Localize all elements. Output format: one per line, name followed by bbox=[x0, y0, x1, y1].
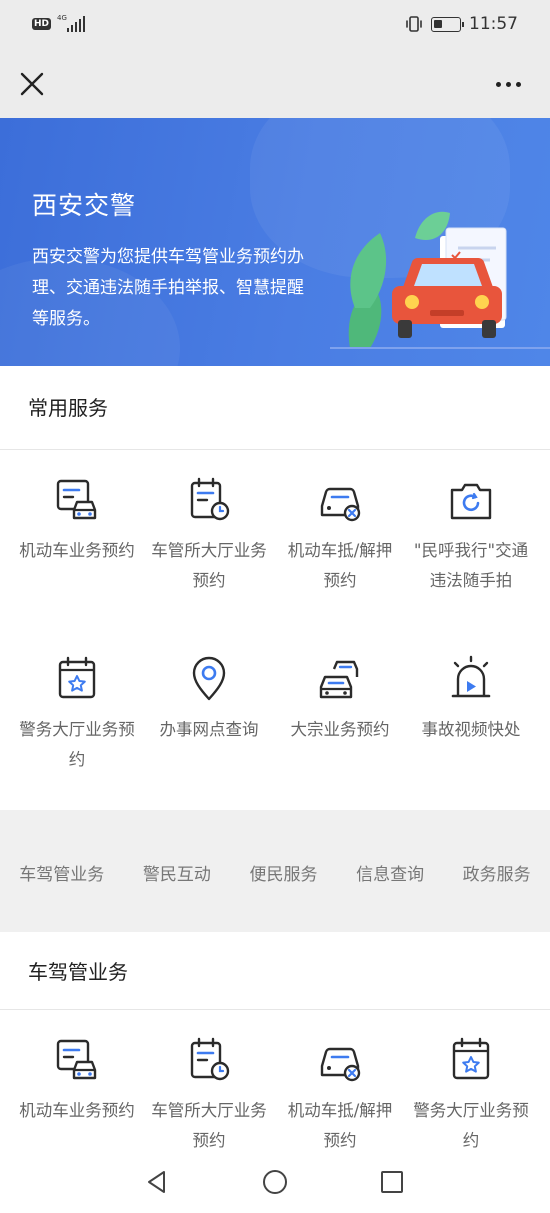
signal-icon: 4G bbox=[57, 14, 87, 32]
service-label: 办事网点查询 bbox=[159, 720, 259, 739]
siren-video-icon bbox=[447, 655, 495, 703]
service-label: 机动车抵/解押预约 bbox=[287, 541, 393, 590]
service-vehicle-appointment[interactable]: 机动车业务预约 bbox=[12, 476, 142, 566]
recents-icon[interactable] bbox=[378, 1168, 406, 1196]
police-badge-calendar-icon bbox=[447, 1036, 495, 1084]
service-dmv-hall-appointment-2[interactable]: 车管所大厅业务预约 bbox=[144, 1036, 274, 1156]
service-label: 车管所大厅业务预约 bbox=[151, 1101, 267, 1150]
car-cancel-icon bbox=[316, 476, 364, 524]
system-nav-bar bbox=[0, 1150, 550, 1213]
service-label: 警务大厅业务预约 bbox=[19, 720, 135, 769]
service-violation-report[interactable]: "民呼我行"交通违法随手拍 bbox=[406, 476, 536, 596]
clock: 11:57 bbox=[469, 14, 518, 34]
service-label: 机动车抵/解押预约 bbox=[287, 1101, 393, 1150]
service-police-hall-appointment[interactable]: 警务大厅业务预约 bbox=[12, 655, 142, 775]
tab-convenience[interactable]: 便民服务 bbox=[249, 860, 317, 885]
service-vehicle-appointment-2[interactable]: 机动车业务预约 bbox=[12, 1036, 142, 1126]
tab-info-query[interactable]: 信息查询 bbox=[356, 860, 424, 885]
battery-icon bbox=[431, 16, 464, 32]
signal-label: 4G bbox=[57, 14, 67, 22]
vehicle-services-grid: 机动车业务预约 车管所大厅业务预约 机动车抵/解押预约 警务大厅业务预约 bbox=[0, 1010, 550, 1150]
calendar-clock-icon bbox=[185, 1036, 233, 1084]
banner-description: 西安交警为您提供车驾管业务预约办理、交通违法随手拍举报、智慧提醒等服务。 bbox=[32, 247, 304, 329]
service-label: 机动车业务预约 bbox=[19, 541, 135, 560]
service-mortgage-appointment[interactable]: 机动车抵/解押预约 bbox=[275, 476, 405, 596]
service-label: 大宗业务预约 bbox=[290, 720, 390, 739]
service-label: 事故视频快处 bbox=[421, 720, 521, 739]
service-police-hall-appointment-2[interactable]: 警务大厅业务预约 bbox=[406, 1036, 536, 1156]
vehicle-document-icon bbox=[53, 476, 101, 524]
camera-icon bbox=[447, 476, 495, 524]
category-tabs-area: 车驾管业务 警民互动 便民服务 信息查询 政务服务 bbox=[0, 810, 550, 932]
common-services-grid: 机动车业务预约 车管所大厅业务预约 机动车抵/解押预约 "民呼我行"交通违法随手… bbox=[0, 450, 550, 810]
vehicle-document-icon bbox=[53, 1036, 101, 1084]
vehicle-services-header: 车驾管业务 bbox=[0, 932, 550, 1010]
home-icon[interactable] bbox=[261, 1168, 289, 1196]
tab-government[interactable]: 政务服务 bbox=[463, 860, 531, 885]
system-indicators: 11:57 bbox=[405, 14, 518, 34]
close-button[interactable] bbox=[14, 66, 50, 102]
close-icon bbox=[20, 72, 44, 96]
hero-banner: 西安交警 西安交警为您提供车驾管业务预约办理、交通违法随手拍举报、智慧提醒等服务… bbox=[0, 118, 550, 366]
tab-vehicle-driver[interactable]: 车驾管业务 bbox=[19, 860, 104, 885]
hd-badge: HD bbox=[32, 18, 52, 30]
top-nav-bar bbox=[0, 54, 550, 118]
service-mortgage-appointment-2[interactable]: 机动车抵/解押预约 bbox=[275, 1036, 405, 1156]
more-dots-icon bbox=[495, 81, 501, 87]
banner-title: 西安交警 bbox=[32, 191, 137, 220]
service-label: 警务大厅业务预约 bbox=[413, 1101, 529, 1150]
vibrate-icon bbox=[406, 16, 422, 32]
status-bar: HD 4G 11:57 bbox=[0, 0, 550, 54]
calendar-clock-icon bbox=[185, 476, 233, 524]
service-label: "民呼我行"交通违法随手拍 bbox=[413, 541, 529, 590]
vehicle-services-title: 车驾管业务 bbox=[28, 960, 128, 984]
service-label: 机动车业务预约 bbox=[19, 1101, 135, 1120]
location-pin-icon bbox=[185, 655, 233, 703]
multiple-cars-icon bbox=[316, 655, 364, 703]
service-accident-video[interactable]: 事故视频快处 bbox=[406, 655, 536, 745]
category-tabs: 车驾管业务 警民互动 便民服务 信息查询 政务服务 bbox=[0, 852, 550, 892]
service-office-locator[interactable]: 办事网点查询 bbox=[144, 655, 274, 745]
common-services-header: 常用服务 bbox=[0, 366, 550, 450]
network-indicators: HD 4G bbox=[32, 14, 87, 32]
back-icon[interactable] bbox=[143, 1168, 171, 1196]
tab-police-interaction[interactable]: 警民互动 bbox=[143, 860, 211, 885]
car-illustration bbox=[330, 211, 550, 349]
common-services-title: 常用服务 bbox=[28, 396, 108, 420]
service-bulk-appointment[interactable]: 大宗业务预约 bbox=[275, 655, 405, 745]
service-label: 车管所大厅业务预约 bbox=[151, 541, 267, 590]
police-badge-calendar-icon bbox=[53, 655, 101, 703]
car-cancel-icon bbox=[316, 1036, 364, 1084]
more-options-button[interactable] bbox=[488, 68, 528, 100]
service-dmv-hall-appointment[interactable]: 车管所大厅业务预约 bbox=[144, 476, 274, 596]
